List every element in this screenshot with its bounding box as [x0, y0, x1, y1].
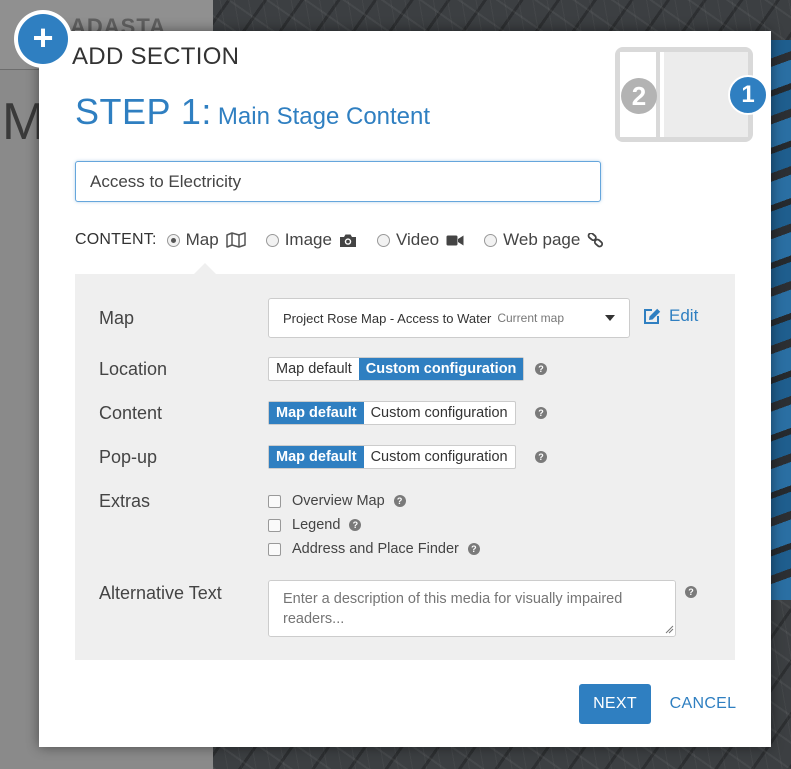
selected-map-name: Project Rose Map - Access to Water [283, 310, 492, 326]
side-panel-number: 2 [621, 78, 657, 114]
extras-item-label: Overview Map [292, 493, 385, 509]
legend-help-icon[interactable]: ? [349, 519, 362, 531]
address-finder-checkbox[interactable] [268, 542, 281, 556]
content-option-webpage[interactable]: Web page [484, 230, 604, 250]
popup-custom-option[interactable]: Custom configuration [364, 446, 515, 468]
video-camera-icon [446, 234, 464, 247]
image-radio[interactable] [265, 233, 279, 247]
add-section-dialog: ADD SECTION STEP 1: Main Stage Content 2 … [39, 31, 771, 747]
extras-legend[interactable]: Legend ? [268, 517, 362, 533]
content-type-selector: CONTENT: Map Image Video Web page [75, 229, 624, 251]
edit-label: Edit [669, 306, 699, 325]
cancel-button[interactable]: CANCEL [663, 684, 743, 724]
location-custom-option[interactable]: Custom configuration [358, 358, 524, 380]
dialog-title: ADD SECTION [72, 43, 240, 70]
main-stage-number: 1 [728, 75, 768, 115]
overview-map-help-icon[interactable]: ? [393, 495, 406, 507]
layout-side-panel: 2 [620, 52, 660, 137]
step-number: STEP 1: [75, 91, 212, 132]
popup-help-icon[interactable]: ? [535, 451, 547, 463]
popup-label: Pop-up [99, 447, 158, 467]
extras-label: Extras [99, 491, 151, 511]
edit-map-link[interactable]: Edit [643, 306, 698, 326]
content-option-label: Web page [503, 230, 581, 249]
current-map-tag: Current map [497, 311, 565, 325]
section-title-input[interactable] [75, 161, 601, 202]
content-option-image[interactable]: Image [265, 230, 357, 250]
address-finder-help-icon[interactable]: ? [467, 543, 480, 555]
map-icon [225, 232, 246, 248]
map-label: Map [99, 308, 135, 328]
add-section-badge: + [14, 10, 72, 68]
content-option-label: Video [395, 230, 440, 249]
extras-item-label: Address and Place Finder [292, 541, 459, 557]
map-radio[interactable] [166, 233, 180, 247]
link-icon [587, 232, 604, 248]
step-subtitle: Main Stage Content [217, 103, 431, 130]
location-toggle: Map default Custom configuration [268, 357, 525, 381]
background-map-layer [769, 40, 791, 600]
chevron-down-icon [605, 315, 615, 321]
content-map-default-option[interactable]: Map default [269, 402, 364, 424]
content-config-toggle: Map default Custom configuration [268, 401, 516, 425]
video-radio[interactable] [376, 233, 390, 247]
edit-icon [644, 308, 661, 324]
overview-map-checkbox[interactable] [268, 494, 281, 508]
alt-text-help-icon[interactable]: ? [685, 586, 697, 598]
webpage-radio[interactable] [484, 233, 498, 247]
popup-toggle: Map default Custom configuration [268, 445, 516, 469]
alt-text-label: Alternative Text [99, 583, 222, 603]
panel-pointer [193, 263, 217, 275]
content-help-icon[interactable]: ? [535, 407, 547, 419]
alt-text-input[interactable] [268, 580, 676, 637]
extras-overview-map[interactable]: Overview Map ? [268, 493, 406, 509]
content-custom-option[interactable]: Custom configuration [364, 402, 515, 424]
extras-item-label: Legend [292, 517, 341, 533]
step-heading: STEP 1: Main Stage Content [75, 91, 430, 133]
layout-main-stage: 1 [664, 52, 768, 137]
map-settings-panel: Map Project Rose Map - Access to Water C… [75, 263, 735, 660]
extras-address-finder[interactable]: Address and Place Finder ? [268, 541, 480, 557]
next-button[interactable]: NEXT [579, 684, 651, 724]
content-label: CONTENT: [75, 231, 157, 248]
map-dropdown[interactable]: Project Rose Map - Access to Water Curre… [268, 298, 630, 338]
content-config-label: Content [99, 403, 163, 423]
location-map-default-option[interactable]: Map default [269, 358, 359, 380]
location-label: Location [99, 359, 168, 379]
location-help-icon[interactable]: ? [535, 363, 547, 375]
camera-icon [339, 233, 357, 248]
content-option-label: Map [185, 230, 219, 249]
legend-checkbox[interactable] [268, 518, 281, 532]
plus-icon: + [18, 14, 68, 64]
popup-map-default-option[interactable]: Map default [269, 446, 364, 468]
content-option-video[interactable]: Video [376, 230, 464, 250]
content-option-label: Image [284, 230, 332, 249]
content-option-map[interactable]: Map [166, 230, 246, 250]
layout-preview: 2 1 [615, 47, 768, 142]
resize-grip-icon[interactable] [664, 624, 674, 634]
